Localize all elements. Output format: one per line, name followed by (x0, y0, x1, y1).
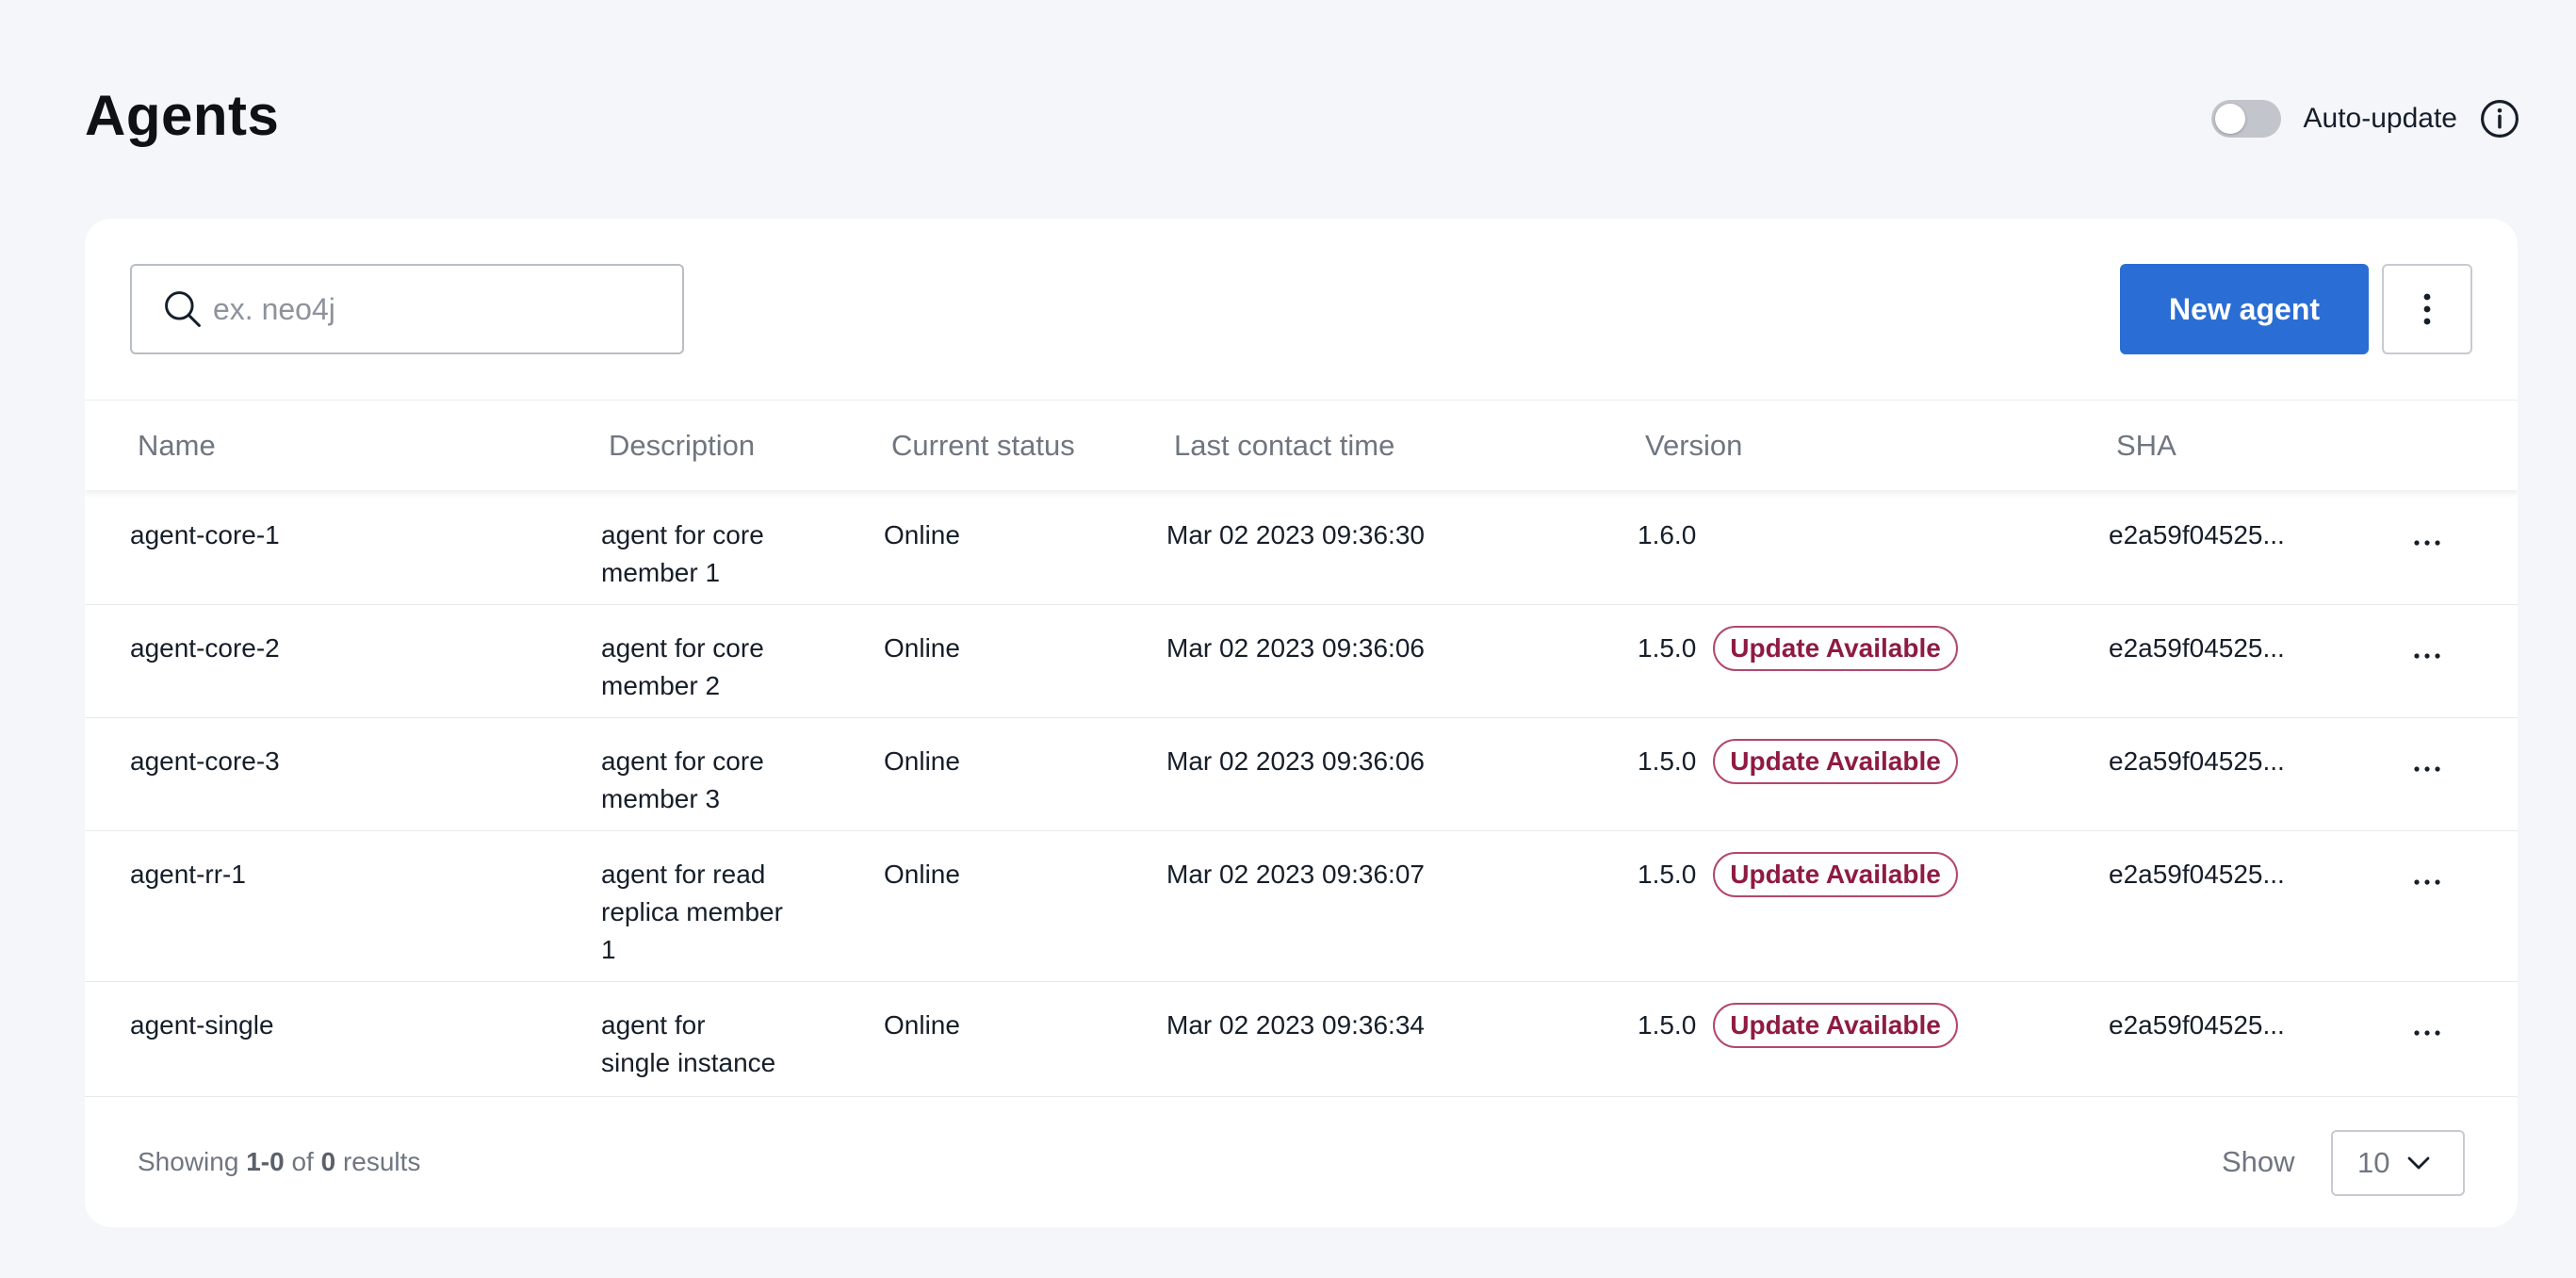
agent-name: agent-single (130, 1010, 274, 1040)
results-summary: Showing 1-0 of 0 results (138, 1097, 420, 1227)
agent-sha: e2a59f04525... (2109, 1010, 2285, 1040)
search-icon (165, 291, 201, 327)
agent-name: agent-core-2 (130, 633, 280, 663)
agent-status: Online (884, 746, 960, 776)
agent-description: agent for core member 3 (601, 743, 818, 818)
agent-version: 1.5.0 Update Available (1638, 739, 1958, 784)
more-horizontal-icon (2414, 766, 2440, 772)
description-line: agent for core (601, 520, 764, 549)
row-menu-button[interactable] (2408, 524, 2446, 562)
agent-description: agent for core member 2 (601, 630, 818, 705)
agent-last-contact: Mar 02 2023 09:36:07 (1166, 860, 1425, 889)
update-available-badge[interactable]: Update Available (1713, 852, 1958, 897)
row-menu-button[interactable] (2408, 637, 2446, 675)
agent-version: 1.5.0 Update Available (1638, 852, 1958, 897)
column-header-last-contact-time[interactable]: Last contact time (1174, 401, 1394, 491)
auto-update-label: Auto-update (2303, 103, 2457, 134)
page-title: Agents (85, 84, 280, 147)
description-line: member 1 (601, 558, 721, 587)
description-line: agent for (601, 1010, 706, 1040)
more-horizontal-icon (2414, 540, 2440, 546)
results-suffix: results (342, 1147, 421, 1176)
more-horizontal-icon (2414, 653, 2440, 659)
agent-name: agent-rr-1 (130, 860, 246, 889)
agent-sha: e2a59f04525... (2109, 746, 2285, 776)
agent-sha: e2a59f04525... (2109, 633, 2285, 663)
page-size-value: 10 (2357, 1146, 2390, 1179)
version-number: 1.5.0 (1638, 633, 1697, 663)
row-menu-button[interactable] (2408, 750, 2446, 788)
search-box[interactable] (130, 264, 684, 354)
more-vertical-icon (2423, 293, 2431, 325)
column-header-sha[interactable]: SHA (2116, 401, 2177, 491)
agent-status: Online (884, 633, 960, 663)
table-row[interactable]: agent-single agent for single instance O… (85, 982, 2518, 1097)
chevron-down-icon (2408, 1156, 2430, 1170)
table-footer: Showing 1-0 of 0 results Show 10 (85, 1097, 2518, 1227)
auto-update-toggle[interactable] (2210, 100, 2281, 138)
agent-name: agent-core-1 (130, 520, 280, 549)
agent-version: 1.6.0 (1638, 516, 1696, 554)
table-header: Name Description Current status Last con… (85, 400, 2518, 490)
agent-last-contact: Mar 02 2023 09:36:34 (1166, 1010, 1425, 1040)
auto-update-control: Auto-update (2210, 96, 2519, 141)
column-header-version[interactable]: Version (1645, 401, 1742, 491)
description-line: member 3 (601, 784, 721, 813)
description-line: single instance (601, 1048, 776, 1077)
results-prefix: Showing (138, 1147, 239, 1176)
row-menu-button[interactable] (2408, 1014, 2446, 1052)
table-row[interactable]: agent-rr-1 agent for read replica member… (85, 831, 2518, 982)
search-input[interactable] (213, 291, 665, 327)
toggle-knob (2214, 104, 2245, 134)
agent-last-contact: Mar 02 2023 09:36:06 (1166, 633, 1425, 663)
description-line: member 2 (601, 671, 721, 700)
agent-last-contact: Mar 02 2023 09:36:30 (1166, 520, 1425, 549)
update-available-badge[interactable]: Update Available (1713, 1003, 1958, 1048)
agent-sha: e2a59f04525... (2109, 860, 2285, 889)
agents-card: New agent Name Description Current statu… (85, 219, 2518, 1227)
agent-status: Online (884, 1010, 960, 1040)
agent-sha: e2a59f04525... (2109, 520, 2285, 549)
description-line: 1 (601, 935, 616, 964)
version-number: 1.5.0 (1638, 746, 1697, 776)
table-row[interactable]: agent-core-2 agent for core member 2 Onl… (85, 605, 2518, 718)
agent-version: 1.5.0 Update Available (1638, 626, 1958, 671)
more-horizontal-icon (2414, 1030, 2440, 1036)
table-row[interactable]: agent-core-3 agent for core member 3 Onl… (85, 718, 2518, 831)
description-line: replica member (601, 897, 783, 926)
new-agent-button[interactable]: New agent (2120, 264, 2369, 354)
agent-last-contact: Mar 02 2023 09:36:06 (1166, 746, 1425, 776)
column-header-name[interactable]: Name (138, 401, 216, 491)
update-available-badge[interactable]: Update Available (1713, 739, 1958, 784)
description-line: agent for read (601, 860, 766, 889)
description-line: agent for core (601, 746, 764, 776)
agent-status: Online (884, 860, 960, 889)
description-line: agent for core (601, 633, 764, 663)
more-horizontal-icon (2414, 879, 2440, 885)
update-available-badge[interactable]: Update Available (1713, 626, 1958, 671)
row-menu-button[interactable] (2408, 863, 2446, 901)
version-number: 1.5.0 (1638, 860, 1697, 889)
agent-name: agent-core-3 (130, 746, 280, 776)
agent-description: agent for core member 1 (601, 516, 818, 592)
agent-status: Online (884, 520, 960, 549)
agent-description: agent for single instance (601, 1007, 818, 1082)
results-range: 1-0 (246, 1147, 285, 1176)
agents-page: Agents Auto-update New agent (0, 0, 2576, 1278)
version-number: 1.6.0 (1638, 520, 1697, 549)
results-total: 0 (320, 1147, 336, 1176)
more-options-button[interactable] (2382, 264, 2472, 354)
show-label: Show (2222, 1145, 2295, 1178)
page-size-select[interactable]: 10 (2331, 1130, 2465, 1196)
agent-description: agent for read replica member 1 (601, 856, 818, 969)
agent-version: 1.5.0 Update Available (1638, 1003, 1958, 1048)
column-header-description[interactable]: Description (609, 401, 755, 491)
info-icon[interactable] (2480, 99, 2519, 139)
version-number: 1.5.0 (1638, 1010, 1697, 1040)
column-header-current-status[interactable]: Current status (891, 401, 1075, 491)
results-of: of (291, 1147, 314, 1176)
table-row[interactable]: agent-core-1 agent for core member 1 Onl… (85, 492, 2518, 605)
